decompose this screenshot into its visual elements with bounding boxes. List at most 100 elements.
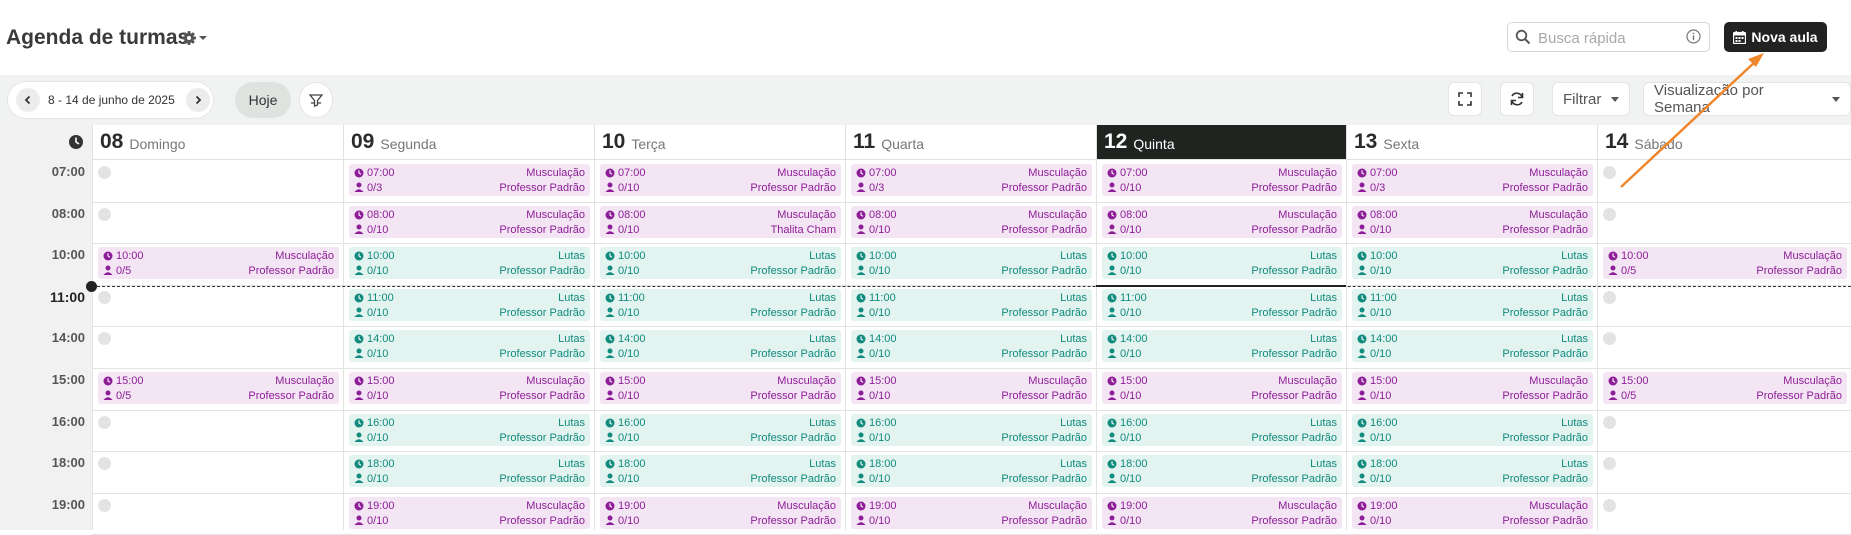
empty-slot-add[interactable] <box>98 457 111 471</box>
user-icon <box>1107 307 1117 320</box>
class-event-lutas[interactable]: 18:00 0/10 Lutas Professor Padrão <box>1352 455 1593 488</box>
filter-dropdown[interactable]: Filtrar <box>1552 82 1631 116</box>
day-header-sábado[interactable]: 14 Sábado <box>1597 125 1851 160</box>
day-number: 12 <box>1104 130 1128 153</box>
empty-slot-add[interactable] <box>98 332 111 346</box>
class-event-lutas[interactable]: 18:00 0/10 Lutas Professor Padrão <box>600 455 841 488</box>
class-event-musculacao[interactable]: 15:00 0/10 Musculação Professor Padrão <box>1102 372 1342 404</box>
class-event-musculacao[interactable]: 08:00 0/10 Musculação Professor Padrão <box>851 205 1092 238</box>
event-name: Musculação <box>1028 167 1087 179</box>
refresh-button[interactable] <box>1500 82 1534 116</box>
class-event-musculacao[interactable]: 19:00 0/10 Musculação Professor Padrão <box>851 496 1092 529</box>
class-event-musculacao[interactable]: 07:00 0/3 Musculação Professor Padrão <box>851 164 1092 196</box>
class-event-musculacao[interactable]: 08:00 0/10 Musculação Professor Padrão <box>1352 205 1593 238</box>
event-capacity: 0/10 <box>1370 390 1392 402</box>
day-header-terça[interactable]: 10 Terça <box>594 125 845 160</box>
time-label: 08:00 <box>51 205 85 221</box>
day-header-domingo[interactable]: 08 Domingo <box>92 125 343 160</box>
prev-week-button[interactable] <box>16 88 40 112</box>
empty-slot-add[interactable] <box>1603 166 1616 179</box>
quick-search <box>1507 22 1710 52</box>
class-event-lutas[interactable]: 10:00 0/10 Lutas Professor Padrão <box>600 247 841 280</box>
event-time: 19:00 <box>367 499 395 512</box>
today-button[interactable]: Hoje <box>235 82 291 118</box>
next-week-button[interactable] <box>186 88 210 112</box>
empty-slot-add[interactable] <box>1603 457 1616 471</box>
empty-slot-add[interactable] <box>1603 415 1616 429</box>
class-event-lutas[interactable]: 11:00 0/10 Lutas Professor Padrão <box>600 288 841 321</box>
class-event-lutas[interactable]: 14:00 0/10 Lutas Professor Padrão <box>600 330 841 363</box>
class-event-musculacao[interactable]: 07:00 0/3 Musculação Professor Padrão <box>1352 164 1593 196</box>
class-event-musculacao[interactable]: 19:00 0/10 Musculação Professor Padrão <box>1352 496 1593 529</box>
class-event-lutas[interactable]: 16:00 0/10 Lutas Professor Padrão <box>600 413 841 446</box>
class-event-lutas[interactable]: 11:00 0/10 Lutas Professor Padrão <box>851 288 1092 321</box>
event-capacity: 0/10 <box>618 265 640 278</box>
empty-slot-add[interactable] <box>1603 290 1616 304</box>
class-event-musculacao[interactable]: 15:00 0/5 Musculação Professor Padrão <box>1603 372 1847 404</box>
class-event-musculacao[interactable]: 15:00 0/10 Musculação Professor Padrão <box>600 372 841 404</box>
empty-slot-add[interactable] <box>98 166 111 179</box>
user-icon <box>354 390 364 403</box>
class-event-lutas[interactable]: 10:00 0/10 Lutas Professor Padrão <box>1102 247 1342 280</box>
class-event-musculacao[interactable]: 15:00 0/10 Musculação Professor Padrão <box>1352 372 1593 404</box>
day-header-quinta[interactable]: 12 Quinta <box>1096 125 1346 160</box>
empty-slot-add[interactable] <box>1603 498 1616 512</box>
info-icon[interactable] <box>1686 29 1701 44</box>
empty-slot-add[interactable] <box>98 415 111 429</box>
class-event-lutas[interactable]: 10:00 0/10 Lutas Professor Padrão <box>349 247 590 280</box>
view-mode-dropdown[interactable]: Visualização por Semana <box>1643 82 1851 116</box>
class-event-musculacao[interactable]: 07:00 0/3 Musculação Professor Padrão <box>349 164 590 196</box>
class-event-lutas[interactable]: 18:00 0/10 Lutas Professor Padrão <box>851 455 1092 488</box>
day-header-segunda[interactable]: 09 Segunda <box>343 125 594 160</box>
class-event-lutas[interactable]: 16:00 0/10 Lutas Professor Padrão <box>349 413 590 446</box>
day-header-quarta[interactable]: 11 Quarta <box>845 125 1096 160</box>
class-event-lutas[interactable]: 14:00 0/10 Lutas Professor Padrão <box>1352 330 1593 363</box>
class-event-lutas[interactable]: 11:00 0/10 Lutas Professor Padrão <box>349 288 590 321</box>
clock-icon <box>1107 251 1117 264</box>
class-event-musculacao[interactable]: 08:00 0/10 Musculação Thalita Cham <box>600 205 841 238</box>
class-event-musculacao[interactable]: 07:00 0/10 Musculação Professor Padrão <box>600 164 841 196</box>
class-event-musculacao[interactable]: 15:00 0/10 Musculação Professor Padrão <box>349 372 590 404</box>
filter-clear-button[interactable] <box>299 82 333 118</box>
class-event-musculacao[interactable]: 15:00 0/10 Musculação Professor Padrão <box>851 372 1092 404</box>
class-event-lutas[interactable]: 16:00 0/10 Lutas Professor Padrão <box>851 413 1092 446</box>
class-event-lutas[interactable]: 14:00 0/10 Lutas Professor Padrão <box>851 330 1092 363</box>
class-event-musculacao[interactable]: 08:00 0/10 Musculação Professor Padrão <box>349 205 590 238</box>
class-event-lutas[interactable]: 16:00 0/10 Lutas Professor Padrão <box>1352 413 1593 446</box>
class-event-musculacao[interactable]: 19:00 0/10 Musculação Professor Padrão <box>349 496 590 529</box>
day-name: Domingo <box>129 135 186 152</box>
class-event-lutas[interactable]: 18:00 0/10 Lutas Professor Padrão <box>1102 455 1342 488</box>
class-event-lutas[interactable]: 11:00 0/10 Lutas Professor Padrão <box>1352 288 1593 321</box>
user-icon <box>856 224 866 237</box>
empty-slot-add[interactable] <box>1603 207 1616 221</box>
event-teacher: Professor Padrão <box>1251 306 1337 319</box>
empty-slot-add[interactable] <box>98 290 111 304</box>
empty-slot-add[interactable] <box>98 498 111 512</box>
new-class-button[interactable]: Nova aula <box>1724 22 1827 52</box>
class-event-lutas[interactable]: 10:00 0/10 Lutas Professor Padrão <box>1352 247 1593 280</box>
class-event-lutas[interactable]: 10:00 0/10 Lutas Professor Padrão <box>851 247 1092 280</box>
event-capacity: 0/10 <box>1120 265 1142 278</box>
empty-slot-add[interactable] <box>1603 332 1616 346</box>
class-event-musculacao[interactable]: 07:00 0/10 Musculação Professor Padrão <box>1102 164 1342 196</box>
class-event-lutas[interactable]: 16:00 0/10 Lutas Professor Padrão <box>1102 413 1342 446</box>
clock-icon <box>103 376 113 389</box>
class-event-lutas[interactable]: 11:00 0/10 Lutas Professor Padrão <box>1102 288 1342 321</box>
event-time: 18:00 <box>1120 458 1148 471</box>
class-event-musculacao[interactable]: 08:00 0/10 Musculação Professor Padrão <box>1102 205 1342 238</box>
class-event-musculacao[interactable]: 15:00 0/5 Musculação Professor Padrão <box>98 372 339 404</box>
class-event-musculacao[interactable]: 10:00 0/5 Musculação Professor Padrão <box>1603 247 1847 280</box>
fullscreen-button[interactable] <box>1448 82 1482 116</box>
class-event-lutas[interactable]: 14:00 0/10 Lutas Professor Padrão <box>1102 330 1342 363</box>
class-event-musculacao[interactable]: 10:00 0/5 Musculação Professor Padrão <box>98 247 339 280</box>
class-event-musculacao[interactable]: 19:00 0/10 Musculação Professor Padrão <box>1102 496 1342 529</box>
class-event-lutas[interactable]: 14:00 0/10 Lutas Professor Padrão <box>349 330 590 363</box>
class-event-musculacao[interactable]: 19:00 0/10 Musculação Professor Padrão <box>600 496 841 529</box>
event-time: 10:00 <box>1120 250 1148 263</box>
event-capacity: 0/10 <box>1370 223 1392 236</box>
day-header-sexta[interactable]: 13 Sexta <box>1346 125 1597 160</box>
empty-slot-add[interactable] <box>98 207 111 221</box>
search-input[interactable] <box>1536 26 1685 50</box>
class-event-lutas[interactable]: 18:00 0/10 Lutas Professor Padrão <box>349 455 590 488</box>
settings-menu[interactable] <box>181 29 211 47</box>
